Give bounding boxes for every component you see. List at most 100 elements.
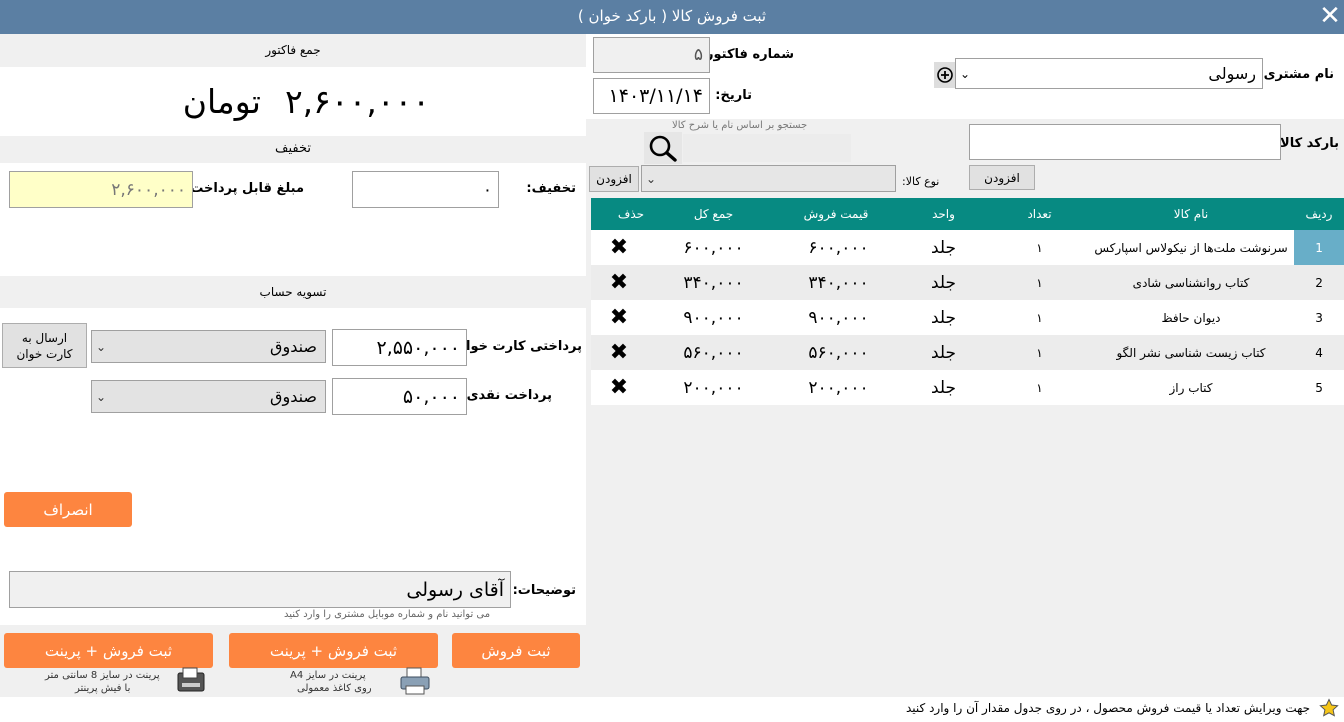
header-delete: حذف	[617, 207, 645, 221]
row-number: 3	[1315, 310, 1323, 325]
a4-hint-line1: پرینت در سایز A4	[290, 670, 366, 681]
cash-payment-input[interactable]: ۵۰,۰۰۰	[332, 378, 467, 415]
table-row[interactable]: 5 کتاب راز ۱ جلد ۲۰۰,۰۰۰ ۲۰۰,۰۰۰ ✖	[591, 370, 1344, 405]
sale-price[interactable]: ۵۶۰,۰۰۰	[776, 335, 901, 370]
add-type-button[interactable]: افزودن	[589, 166, 639, 192]
card-account-value: صندوق	[270, 337, 317, 356]
cancel-button[interactable]: انصراف	[4, 492, 132, 527]
chevron-down-icon: ⌄	[646, 171, 657, 186]
save-print-a4-button[interactable]: ثبت فروش + پرینت	[229, 633, 438, 668]
header-quantity: تعداد	[1027, 207, 1052, 221]
row-total: ۳۴۰,۰۰۰	[683, 272, 744, 293]
delete-row-icon[interactable]: ✖	[591, 300, 647, 335]
header-unit: واحد	[932, 207, 955, 221]
sale-price[interactable]: ۶۰۰,۰۰۰	[776, 230, 901, 265]
discount-input[interactable]: ۰	[352, 171, 499, 208]
cash-account-value: صندوق	[270, 387, 317, 406]
row-number: 2	[1315, 275, 1323, 290]
invoice-total-amount: ۲,۶۰۰,۰۰۰	[284, 81, 430, 121]
sale-price[interactable]: ۲۰۰,۰۰۰	[776, 370, 901, 405]
card-payment-input[interactable]: ۲,۵۵۰,۰۰۰	[332, 329, 467, 366]
save-print-receipt-button[interactable]: ثبت فروش + پرینت	[4, 633, 213, 668]
table-row[interactable]: 4 کتاب زیست شناسی نشر الگو ۱ جلد ۵۶۰,۰۰۰…	[591, 335, 1344, 370]
barcode-input[interactable]	[969, 124, 1281, 160]
row-total: ۵۶۰,۰۰۰	[683, 342, 744, 363]
product-type-select[interactable]: ⌄	[641, 165, 896, 192]
quantity[interactable]: ۱	[991, 265, 1088, 300]
card-payment-label: پرداختی کارت خوان:	[449, 339, 582, 354]
send-to-card-reader-button[interactable]: ارسال به کارت خوان	[2, 323, 87, 368]
barcode-label: بارکد کالا:	[1274, 136, 1339, 151]
card-account-select[interactable]: صندوق ⌄	[91, 330, 326, 363]
sale-price[interactable]: ۹۰۰,۰۰۰	[776, 300, 901, 335]
date-label: تاریخ:	[715, 88, 752, 103]
chevron-down-icon: ⌄	[960, 66, 971, 81]
payable-label: مبلغ قابل پرداخت:	[185, 181, 304, 196]
receipt-hint-line2: با فیش پرینتر	[75, 683, 131, 694]
sale-price[interactable]: ۳۴۰,۰۰۰	[776, 265, 901, 300]
quantity[interactable]: ۱	[991, 370, 1088, 405]
window-title: ثبت فروش کالا ( بارکد خوان )	[577, 7, 767, 25]
product-name[interactable]: دیوان حافظ	[1088, 300, 1294, 335]
customer-value: رسولی	[1208, 64, 1256, 83]
invoice-number-field: ۵	[593, 37, 710, 73]
delete-row-icon[interactable]: ✖	[591, 335, 647, 370]
quantity[interactable]: ۱	[991, 335, 1088, 370]
unit: جلد	[930, 307, 957, 328]
table-row[interactable]: 2 کتاب روانشناسی شادی ۱ جلد ۳۴۰,۰۰۰ ۳۴۰,…	[591, 265, 1344, 300]
unit: جلد	[930, 377, 957, 398]
delete-row-icon[interactable]: ✖	[591, 370, 647, 405]
send-card-label-line2: کارت خوان	[16, 346, 73, 361]
date-field[interactable]: ۱۴۰۳/۱۱/۱۴	[593, 78, 710, 114]
save-sale-button[interactable]: ثبت فروش	[452, 633, 580, 668]
cash-account-select[interactable]: صندوق ⌄	[91, 380, 326, 413]
chevron-down-icon: ⌄	[96, 389, 107, 404]
settlement-title: تسویه حساب	[259, 285, 327, 299]
payable-amount-field: ۲,۶۰۰,۰۰۰	[9, 171, 193, 208]
product-name[interactable]: کتاب زیست شناسی نشر الگو	[1088, 335, 1294, 370]
unit: جلد	[930, 237, 957, 258]
search-hint: جستجو بر اساس نام یا شرح کالا	[672, 120, 808, 131]
invoice-number-label: شماره فاکتور:	[700, 47, 794, 62]
table-row[interactable]: 3 دیوان حافظ ۱ جلد ۹۰۰,۰۰۰ ۹۰۰,۰۰۰ ✖	[591, 300, 1344, 335]
quantity[interactable]: ۱	[991, 230, 1088, 265]
header-sale-price: قیمت فروش	[803, 207, 869, 221]
chevron-down-icon: ⌄	[96, 339, 107, 354]
add-barcode-button[interactable]: افزودن	[969, 165, 1035, 190]
row-total: ۲۰۰,۰۰۰	[683, 377, 744, 398]
unit: جلد	[930, 272, 957, 293]
row-total: ۹۰۰,۰۰۰	[683, 307, 744, 328]
product-name[interactable]: سرنوشت ملت‌ها از نیکولاس اسپارکس	[1088, 230, 1294, 265]
add-customer-icon[interactable]	[934, 62, 955, 88]
receipt-hint-line1: پرینت در سایز 8 سانتی متر	[45, 670, 160, 681]
customer-select[interactable]: رسولی ⌄	[955, 58, 1263, 89]
unit: جلد	[930, 342, 957, 363]
a4-hint-line2: روی کاغذ معمولی	[297, 683, 372, 694]
product-name[interactable]: کتاب روانشناسی شادی	[1088, 265, 1294, 300]
header-row-number: ردیف	[1305, 207, 1333, 221]
close-icon[interactable]: ✕	[1318, 3, 1342, 29]
customer-label: نام مشتری:	[1258, 67, 1334, 82]
header-product-name: نام کالا	[1173, 207, 1209, 221]
a4-printer-icon	[398, 667, 432, 695]
row-number: 1	[1294, 230, 1344, 265]
notes-label: توضیحات:	[512, 583, 576, 598]
product-type-label: نوع کالا:	[902, 175, 940, 188]
search-input[interactable]	[683, 134, 851, 162]
search-icon[interactable]	[644, 132, 682, 164]
row-number: 4	[1315, 345, 1323, 360]
invoice-total-title: جمع فاکتور	[265, 43, 321, 57]
discount-section-title: تخفیف	[275, 141, 311, 156]
row-number: 5	[1315, 380, 1323, 395]
notes-hint: می توانید نام و شماره موبایل مشتری را وا…	[284, 609, 491, 620]
row-total: ۶۰۰,۰۰۰	[683, 237, 744, 258]
send-card-label-line1: ارسال به	[21, 330, 68, 345]
cash-payment-label: پرداخت نقدی:	[461, 388, 552, 403]
product-name[interactable]: کتاب راز	[1088, 370, 1294, 405]
star-icon	[1319, 698, 1339, 718]
table-row[interactable]: 1 سرنوشت ملت‌ها از نیکولاس اسپارکس ۱ جلد…	[591, 230, 1344, 265]
quantity[interactable]: ۱	[991, 300, 1088, 335]
delete-row-icon[interactable]: ✖	[591, 265, 647, 300]
notes-input[interactable]: آقای رسولی	[9, 571, 511, 608]
delete-row-icon[interactable]: ✖	[591, 230, 647, 265]
